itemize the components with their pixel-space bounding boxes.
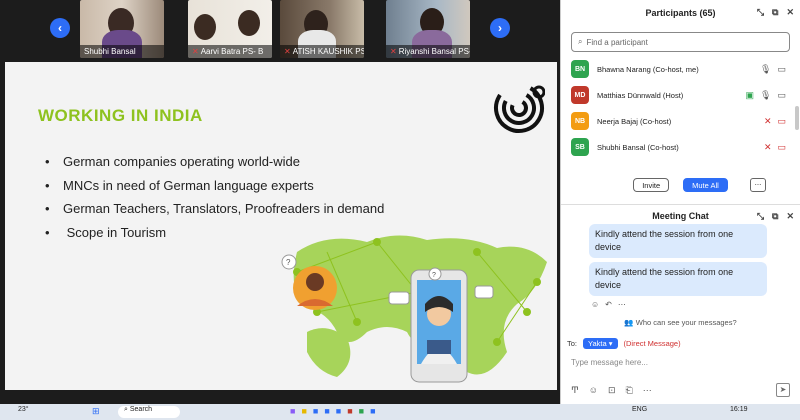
chat-message[interactable]: Kindly attend the session from one devic… <box>589 224 767 258</box>
app-icon[interactable]: ■ <box>347 406 352 418</box>
mic-muted-icon: ✕ <box>390 47 397 56</box>
clock[interactable]: 16:19 <box>730 406 748 418</box>
tile-name: Riyanshi Bansal PS-C <box>398 47 470 56</box>
send-button[interactable]: ➤ <box>776 383 790 397</box>
screenshot-icon[interactable]: ⊡ <box>608 385 616 396</box>
more-icon[interactable]: ⋯ <box>643 385 652 396</box>
to-label: To: <box>567 339 578 348</box>
next-page-button[interactable]: › <box>490 18 510 38</box>
recipient-dropdown[interactable]: Yakta ▾ <box>583 338 618 349</box>
mute-all-button[interactable]: Mute All <box>683 178 728 192</box>
video-tile[interactable]: Shubhi Bansal <box>80 0 164 58</box>
svg-text:?: ? <box>286 258 291 267</box>
search-icon: ⌕ <box>578 37 583 46</box>
participant-row[interactable]: NB Neerja Bajaj (Co-host) ✕ ▭ <box>561 108 800 134</box>
participant-row[interactable]: BN Bhawna Narang (Co-host, me) 🎙 ▭ <box>561 56 800 82</box>
mic-icon[interactable]: 🎙 <box>760 90 771 101</box>
participants-scrollbar[interactable] <box>794 50 800 170</box>
goethe-logo <box>494 83 545 133</box>
mic-icon[interactable]: 🎙 <box>760 64 771 75</box>
emoji-reaction-icon[interactable]: ☺ <box>591 300 599 309</box>
app-icon[interactable]: ■ <box>370 406 375 418</box>
bullet-item: • MNCs in need of German language experts <box>45 177 314 193</box>
shared-screen: WORKING IN INDIA • German companies opera… <box>0 58 560 404</box>
collapse-icon[interactable]: ⤡ <box>757 7 764 18</box>
participants-header: Participants (65) ⤡ ⧉ ✕ <box>561 0 800 26</box>
svg-text:?: ? <box>432 272 436 279</box>
close-icon[interactable]: ✕ <box>786 7 794 18</box>
chat-header: Meeting Chat ⤡ ⧉ ✕ <box>561 204 800 226</box>
prev-page-button[interactable]: ‹ <box>50 18 70 38</box>
participant-row[interactable]: SB Shubhi Bansal (Co-host) ✕ ▭ <box>561 134 800 160</box>
popout-icon[interactable]: ⧉ <box>772 7 778 18</box>
avatar: SB <box>571 138 589 156</box>
app-icon[interactable]: ■ <box>324 406 329 418</box>
windows-taskbar: 23° ⊞ ⌕ Search ■ ■ ■ ■ ■ ■ ■ ■ ENG 16:19 <box>0 404 800 420</box>
avatar: MD <box>571 86 589 104</box>
tile-name: ATISH KAUSHIK PS-C <box>292 47 364 56</box>
side-panel: Participants (65) ⤡ ⧉ ✕ ⌕ Find a partici… <box>560 0 800 404</box>
direct-message-label: (Direct Message) <box>623 339 681 348</box>
who-can-see-link[interactable]: 👥 Who can see your messages? <box>561 318 800 327</box>
weather-widget[interactable]: 23° <box>18 406 29 418</box>
meeting-window: ‹ Shubhi Bansal ✕ Aarvi Batra PS- B ✕ ATIS… <box>0 0 560 404</box>
video-icon[interactable]: ▭ <box>777 90 786 101</box>
taskbar-apps[interactable]: ■ ■ ■ ■ ■ ■ ■ ■ <box>290 406 470 418</box>
video-tile[interactable]: ✕ Aarvi Batra PS- B <box>188 0 272 58</box>
participant-search-input[interactable]: ⌕ Find a participant <box>571 32 790 52</box>
avatar: BN <box>571 60 589 78</box>
mic-muted-icon[interactable]: ✕ <box>764 116 772 127</box>
folder-icon[interactable]: ■ <box>301 406 306 418</box>
participant-name: Shubhi Bansal (Co-host) <box>597 142 679 152</box>
video-off-icon[interactable]: ▭ <box>777 142 786 153</box>
format-icon[interactable]: Ͳ <box>571 385 579 396</box>
tile-name: Shubhi Bansal <box>84 47 136 56</box>
video-tile[interactable]: ✕ Riyanshi Bansal PS-C <box>386 0 470 58</box>
tile-name: Aarvi Batra PS- B <box>200 47 264 56</box>
more-options-button[interactable]: ... <box>750 178 766 192</box>
presentation-slide: WORKING IN INDIA • German companies opera… <box>5 62 557 390</box>
chat-message[interactable]: Kindly attend the session from one devic… <box>589 262 767 296</box>
video-tile[interactable]: ✕ATISH KAUSHIK PS-C <box>280 0 364 58</box>
emoji-icon[interactable]: ☺ <box>589 385 598 396</box>
app-icon[interactable]: ■ <box>336 406 341 418</box>
people-icon: 👥 <box>624 318 634 327</box>
chat-message-input[interactable]: Type message here... <box>571 358 648 367</box>
bullet-item: • German companies operating world-wide <box>45 154 301 170</box>
participants-title: Participants (65) <box>645 8 716 18</box>
more-icon[interactable]: ⋯ <box>618 300 626 309</box>
mic-muted-icon: ✕ <box>284 47 291 56</box>
popout-icon[interactable]: ⧉ <box>772 211 778 222</box>
chat-title: Meeting Chat <box>652 210 709 221</box>
reply-icon[interactable]: ↶ <box>605 300 612 309</box>
participant-name: Bhawna Narang (Co-host, me) <box>597 64 699 74</box>
collapse-icon[interactable]: ⤡ <box>757 211 764 222</box>
world-map-illustration: ? ? <box>281 235 547 383</box>
windows-start-icon[interactable]: ⊞ <box>92 406 100 418</box>
language-indicator[interactable]: ENG <box>632 406 647 418</box>
recipient-row: To: Yakta ▾ (Direct Message) <box>567 338 681 349</box>
avatar: NB <box>571 112 589 130</box>
participant-name: Neerja Bajaj (Co-host) <box>597 116 672 126</box>
app-icon[interactable]: ■ <box>290 406 295 418</box>
close-icon[interactable]: ✕ <box>786 211 794 222</box>
share-screen-icon: ▣ <box>745 90 755 100</box>
mic-muted-icon: ✕ <box>192 47 199 56</box>
invite-button[interactable]: Invite <box>633 178 670 192</box>
app-icon[interactable]: ■ <box>313 406 318 418</box>
slide-title: WORKING IN INDIA <box>38 106 203 125</box>
participant-row[interactable]: MD Matthias Dünnwald (Host) ▣ 🎙 ▭ <box>561 82 800 108</box>
mic-muted-icon[interactable]: ✕ <box>764 142 772 153</box>
app-icon[interactable]: ■ <box>359 406 364 418</box>
taskbar-search[interactable]: ⌕ Search <box>118 406 181 418</box>
video-icon[interactable]: ▭ <box>777 64 786 75</box>
participant-name: Matthias Dünnwald (Host) <box>597 90 684 100</box>
video-off-icon[interactable]: ▭ <box>777 116 786 127</box>
video-strip: ‹ Shubhi Bansal ✕ Aarvi Batra PS- B ✕ ATIS… <box>0 0 560 58</box>
file-icon[interactable]: ⎗ <box>626 385 633 396</box>
